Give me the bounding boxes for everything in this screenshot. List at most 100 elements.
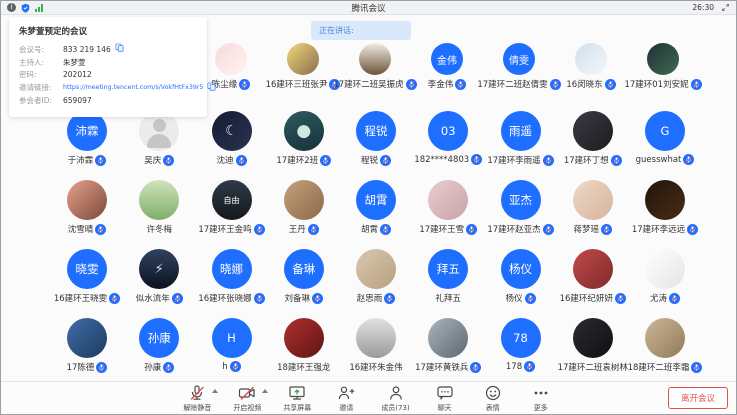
participant-avatar[interactable]: 程锐 xyxy=(356,111,396,151)
caret-up-icon[interactable] xyxy=(212,389,218,393)
meeting-link[interactable]: https://meeting.tencent.com/s/VokfHtFx39… xyxy=(63,82,203,95)
participant-avatar[interactable]: 自由 xyxy=(212,180,252,220)
muted-mic-icon xyxy=(543,155,554,166)
participant-avatar[interactable] xyxy=(287,43,319,75)
participant-avatar[interactable]: 拜五 xyxy=(428,249,468,289)
participant-cell: 胡霄胡霄 xyxy=(340,180,412,235)
participant-avatar[interactable] xyxy=(139,111,179,151)
info-label: 主持人: xyxy=(19,57,63,70)
participant-avatar[interactable] xyxy=(67,318,107,358)
toolbar-item-label: 解除静音 xyxy=(183,403,211,413)
muted-mic-icon xyxy=(605,79,616,90)
participant-name: h xyxy=(222,362,227,372)
participant-avatar[interactable] xyxy=(645,180,685,220)
chat-button[interactable]: 聊天 xyxy=(432,384,458,413)
participant-avatar[interactable]: 雨遥 xyxy=(501,111,541,151)
participant-avatar[interactable]: H xyxy=(212,318,252,358)
more-button[interactable]: 更多 xyxy=(528,384,554,413)
muted-mic-icon xyxy=(615,293,626,304)
participant-avatar[interactable]: 倩雯 xyxy=(503,43,535,75)
toolbar-item-label: 表情 xyxy=(486,403,500,413)
participant-avatar[interactable]: ● xyxy=(284,111,324,151)
participant-avatar[interactable]: 晓娜 xyxy=(212,249,252,289)
avatar-glyph: 自由 xyxy=(224,195,240,206)
participant-avatar[interactable] xyxy=(428,180,468,220)
emoji-button[interactable]: 表情 xyxy=(480,384,506,413)
participant-cell: 16闵晓东 xyxy=(555,43,627,90)
muted-mic-icon xyxy=(455,79,466,90)
participant-name: 16建环朱金伟 xyxy=(349,361,402,373)
participant-avatar[interactable] xyxy=(645,249,685,289)
share-screen-button[interactable]: 共享屏幕 xyxy=(283,384,311,413)
participant-avatar[interactable] xyxy=(215,43,247,75)
participant-avatar[interactable] xyxy=(645,318,685,358)
toolbar-item-label: 聊天 xyxy=(438,403,452,413)
meeting-timer: 26:30 xyxy=(692,3,714,12)
mic-off-icon xyxy=(188,384,206,402)
participant-avatar[interactable] xyxy=(573,249,613,289)
participant-name: 沈雪晴 xyxy=(68,223,94,235)
participant-cell: 杨仪杨仪 xyxy=(485,249,557,304)
copy-icon[interactable] xyxy=(207,82,216,96)
info-label: 密码: xyxy=(19,69,63,82)
participant-cell: 18建环二班李霜 xyxy=(629,318,701,373)
participant-avatar[interactable] xyxy=(573,111,613,151)
participant-name: 沈迪 xyxy=(216,154,233,166)
fullscreen-icon[interactable] xyxy=(721,3,730,12)
participant-avatar[interactable] xyxy=(428,318,468,358)
participant-avatar[interactable]: 78 xyxy=(501,318,541,358)
caret-up-icon[interactable] xyxy=(262,389,268,393)
avatar-glyph: ● xyxy=(296,121,311,141)
participant-cell: ⚡似水流年 xyxy=(123,249,195,304)
participant-avatar[interactable]: 亚杰 xyxy=(501,180,541,220)
participant-avatar[interactable]: 胡霄 xyxy=(356,180,396,220)
participant-cell: 王丹 xyxy=(268,180,340,235)
participant-avatar[interactable]: ☾ xyxy=(212,111,252,151)
participant-cell: 16建环朱金伟 xyxy=(340,318,412,373)
muted-mic-icon xyxy=(254,224,265,235)
participant-avatar[interactable]: ⚡ xyxy=(139,249,179,289)
participant-row: 沛霖于沛霖吴庆☾沈迪●17建环2班程锐程锐03182****4803雨遥17建环… xyxy=(51,111,701,166)
muted-mic-icon xyxy=(172,293,183,304)
cam-off-icon xyxy=(238,384,256,402)
participant-avatar[interactable]: 孙康 xyxy=(139,318,179,358)
participant-avatar[interactable]: 杨仪 xyxy=(501,249,541,289)
leave-meeting-button[interactable]: 离开会议 xyxy=(668,387,728,409)
participant-avatar[interactable]: 晓雯 xyxy=(67,249,107,289)
participant-name: 16建环纪妍妍 xyxy=(560,292,613,304)
participant-name: 16闵晓东 xyxy=(566,78,602,90)
participant-cell: 赵思雨 xyxy=(340,249,412,304)
members-button[interactable]: 成员(73) xyxy=(381,384,409,413)
chat-icon xyxy=(436,384,454,402)
toolbar-item-label: 更多 xyxy=(534,403,548,413)
participant-name: 许冬梅 xyxy=(146,223,172,235)
participant-avatar[interactable]: 03 xyxy=(428,111,468,151)
participant-name: 178 xyxy=(506,362,522,372)
invite-button[interactable]: 邀请 xyxy=(333,384,359,413)
participant-avatar[interactable] xyxy=(573,318,613,358)
participant-avatar[interactable] xyxy=(573,180,613,220)
copy-icon[interactable] xyxy=(115,43,124,57)
participant-avatar[interactable] xyxy=(356,249,396,289)
participant-avatar[interactable]: G xyxy=(645,111,685,151)
participant-cell: Gguesswhat xyxy=(629,111,701,166)
participant-avatar[interactable] xyxy=(359,43,391,75)
participant-cell: Hh xyxy=(196,318,268,373)
participant-avatar[interactable] xyxy=(67,180,107,220)
participant-avatar[interactable] xyxy=(356,318,396,358)
participant-avatar[interactable] xyxy=(575,43,607,75)
invite-icon xyxy=(337,384,355,402)
unmute-button[interactable]: 解除静音 xyxy=(183,384,211,413)
participant-cell: 17陈德 xyxy=(51,318,123,373)
participant-avatar[interactable] xyxy=(284,318,324,358)
participant-avatar[interactable] xyxy=(284,180,324,220)
participant-avatar[interactable] xyxy=(647,43,679,75)
muted-mic-icon xyxy=(683,154,694,165)
participant-avatar[interactable] xyxy=(139,180,179,220)
muted-mic-icon xyxy=(320,155,331,166)
participant-avatar[interactable]: 沛霖 xyxy=(67,111,107,151)
participant-avatar[interactable]: 金伟 xyxy=(431,43,463,75)
participant-avatar[interactable]: 备琳 xyxy=(284,249,324,289)
meeting-title: 朱梦萱预定的会议 xyxy=(19,25,197,37)
camera-button[interactable]: 开启视频 xyxy=(233,384,261,413)
